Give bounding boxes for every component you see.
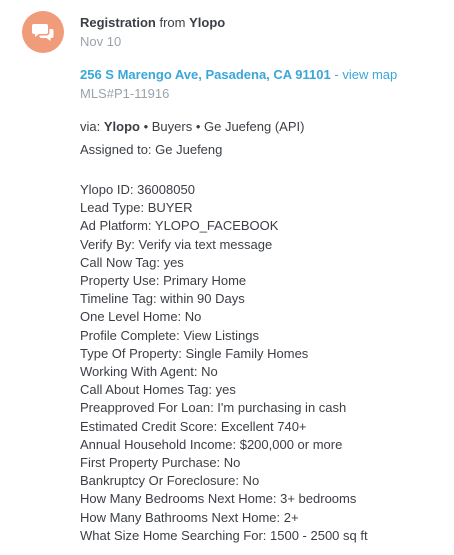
assigned-to: Assigned to: Ge Juefeng bbox=[80, 142, 223, 157]
detail-line: How Many Bedrooms Next Home: 3+ bedrooms bbox=[80, 491, 357, 507]
address-line: 256 S Marengo Ave, Pasadena, CA 91101 - … bbox=[80, 67, 450, 83]
detail-line: Verify By: Verify via text message bbox=[80, 236, 273, 252]
event-avatar bbox=[22, 11, 64, 53]
detail-line: Profile Complete: View Listings bbox=[80, 327, 259, 343]
detail-line: Timeline Tag: within 90 Days bbox=[80, 291, 245, 307]
event-title: Registration from Ylopo bbox=[80, 15, 225, 31]
detail-line: Working With Agent: No bbox=[80, 364, 218, 380]
detail-line: Ad Platform: YLOPO_FACEBOOK bbox=[80, 218, 279, 234]
event-date: Nov 10 bbox=[80, 34, 122, 49]
detail-line: One Level Home: No bbox=[80, 309, 202, 325]
detail-line: Type Of Property: Single Family Homes bbox=[80, 345, 309, 361]
mls-number: MLS#P1-11916 bbox=[80, 86, 170, 101]
address-separator: - bbox=[334, 67, 339, 82]
event-source: Ylopo bbox=[189, 15, 226, 30]
detail-line: Property Use: Primary Home bbox=[80, 273, 247, 289]
detail-line: Annual Household Income: $200,000 or mor… bbox=[80, 436, 343, 452]
registration-event: Registration from Ylopo Nov 10 256 S Mar… bbox=[0, 0, 454, 555]
detail-line: Lead Type: BUYER bbox=[80, 200, 193, 216]
via-details: • Buyers • Ge Juefeng (API) bbox=[143, 119, 305, 134]
lead-details: Ylopo ID: 36008050 Lead Type: BUYER Ad P… bbox=[80, 181, 450, 545]
detail-line: What Size Home Searching For: 1500 - 250… bbox=[80, 527, 368, 543]
via-label: via: bbox=[80, 119, 101, 134]
event-from-label: from bbox=[159, 15, 186, 30]
detail-line: Estimated Credit Score: Excellent 740+ bbox=[80, 418, 307, 434]
detail-line: Call About Homes Tag: yes bbox=[80, 382, 236, 398]
chat-bubbles-icon bbox=[32, 24, 54, 41]
detail-line: First Property Purchase: No bbox=[80, 455, 241, 471]
detail-line: Bankruptcy Or Foreclosure: No bbox=[80, 473, 260, 489]
via-line: via: Ylopo • Buyers • Ge Juefeng (API) bbox=[80, 119, 450, 135]
property-address-link[interactable]: 256 S Marengo Ave, Pasadena, CA 91101 bbox=[80, 67, 331, 82]
detail-line: Preapproved For Loan: I'm purchasing in … bbox=[80, 400, 347, 416]
detail-line: How Many Bathrooms Next Home: 2+ bbox=[80, 509, 299, 525]
via-source: Ylopo bbox=[103, 119, 140, 134]
view-map-link[interactable]: view map bbox=[342, 67, 397, 82]
detail-line: Ylopo ID: 36008050 bbox=[80, 182, 195, 197]
event-type: Registration bbox=[80, 15, 156, 30]
event-header: Registration from Ylopo Nov 10 bbox=[80, 15, 225, 50]
detail-line: Call Now Tag: yes bbox=[80, 254, 184, 270]
event-body: 256 S Marengo Ave, Pasadena, CA 91101 - … bbox=[80, 67, 450, 545]
